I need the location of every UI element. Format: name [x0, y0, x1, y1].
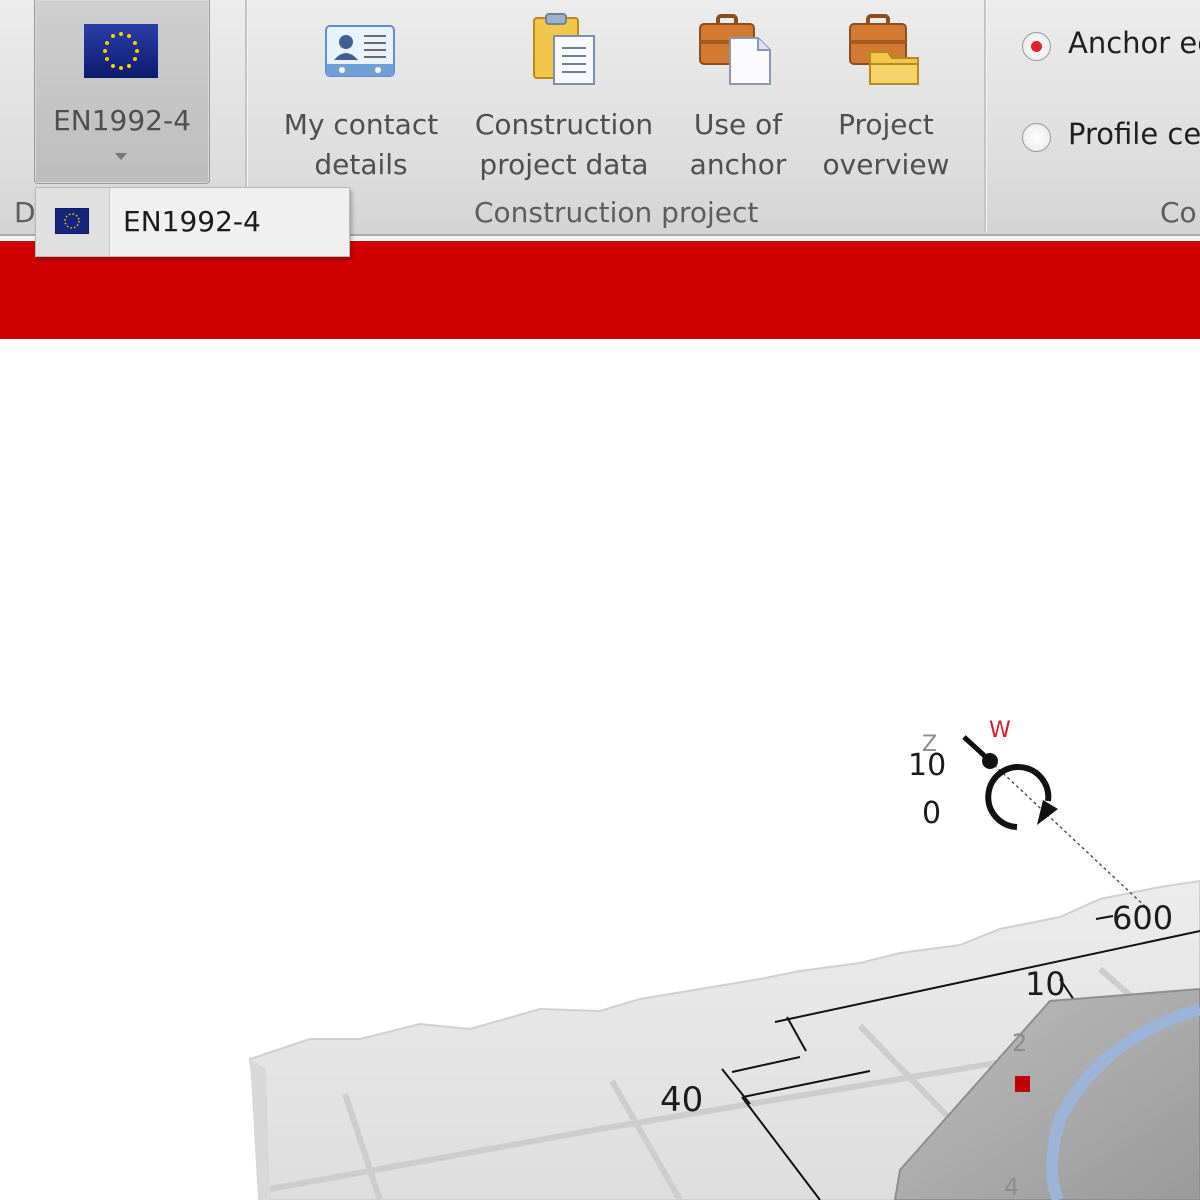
standard-label: EN1992-4 [53, 104, 191, 137]
construction-project-data-line2: project data [479, 148, 649, 181]
anchor-number-2: 2 [1012, 1029, 1027, 1057]
contact-card-icon [325, 25, 395, 77]
my-contact-details-line2: details [314, 148, 408, 181]
anchor-number-4: 4 [1004, 1173, 1019, 1200]
dim-label-40: 40 [660, 1080, 703, 1120]
standard-dropdown-menu: EN1992-4 [35, 187, 350, 257]
radio-anchor-label: Anchor ec [1068, 26, 1200, 60]
briefcase-document-icon [699, 14, 771, 85]
project-overview-line1: Project [838, 108, 934, 141]
project-overview-button[interactable]: Project overview [818, 0, 954, 190]
anchor-marker[interactable] [1015, 1076, 1030, 1092]
briefcase-folder-icon [849, 14, 919, 85]
axis-w-label: W [989, 718, 1011, 743]
radio-button-unchecked[interactable] [1022, 123, 1051, 152]
radio-button-checked[interactable] [1022, 32, 1051, 61]
eu-flag-icon [55, 208, 89, 234]
standard-dropdown-button[interactable]: EN1992-4 [34, 0, 210, 184]
dim-label-600: 600 [1112, 899, 1173, 937]
radio-anchor[interactable]: Anchor ec [1022, 26, 1200, 64]
use-of-anchor-line2: anchor [689, 148, 787, 181]
dropdown-item-en1992-4[interactable]: EN1992-4 [123, 205, 261, 238]
3d-viewport[interactable]: Z W 10 0 600 10 40 2 4 [0, 339, 1200, 1200]
construction-project-data-button[interactable]: Construction project data [470, 0, 658, 190]
dim-label-10: 10 [1025, 965, 1066, 1003]
radio-profile[interactable]: Profile ce [1022, 117, 1200, 155]
load-axis-symbol [962, 735, 1151, 912]
dim-label-10-top: 10 [908, 748, 946, 783]
my-contact-details-line1: My contact [283, 108, 439, 141]
group-label-standard: D [14, 196, 36, 229]
eu-flag-icon [84, 24, 158, 78]
clipboard-document-icon [533, 13, 595, 85]
dropdown-icon-gutter [36, 188, 110, 256]
use-of-anchor-line1: Use of [693, 108, 783, 141]
project-overview-line2: overview [822, 148, 950, 181]
use-of-anchor-button[interactable]: Use of anchor [680, 0, 796, 190]
radio-profile-label: Profile ce [1068, 117, 1200, 151]
group-label-construction-project: Construction project [474, 196, 759, 229]
group-label-partial: Co [1160, 196, 1197, 229]
dim-label-0: 0 [922, 796, 941, 831]
group-separator [984, 0, 987, 232]
construction-project-data-line1: Construction [474, 108, 654, 141]
my-contact-details-button[interactable]: My contact details [278, 0, 444, 190]
chevron-down-icon [115, 153, 127, 160]
